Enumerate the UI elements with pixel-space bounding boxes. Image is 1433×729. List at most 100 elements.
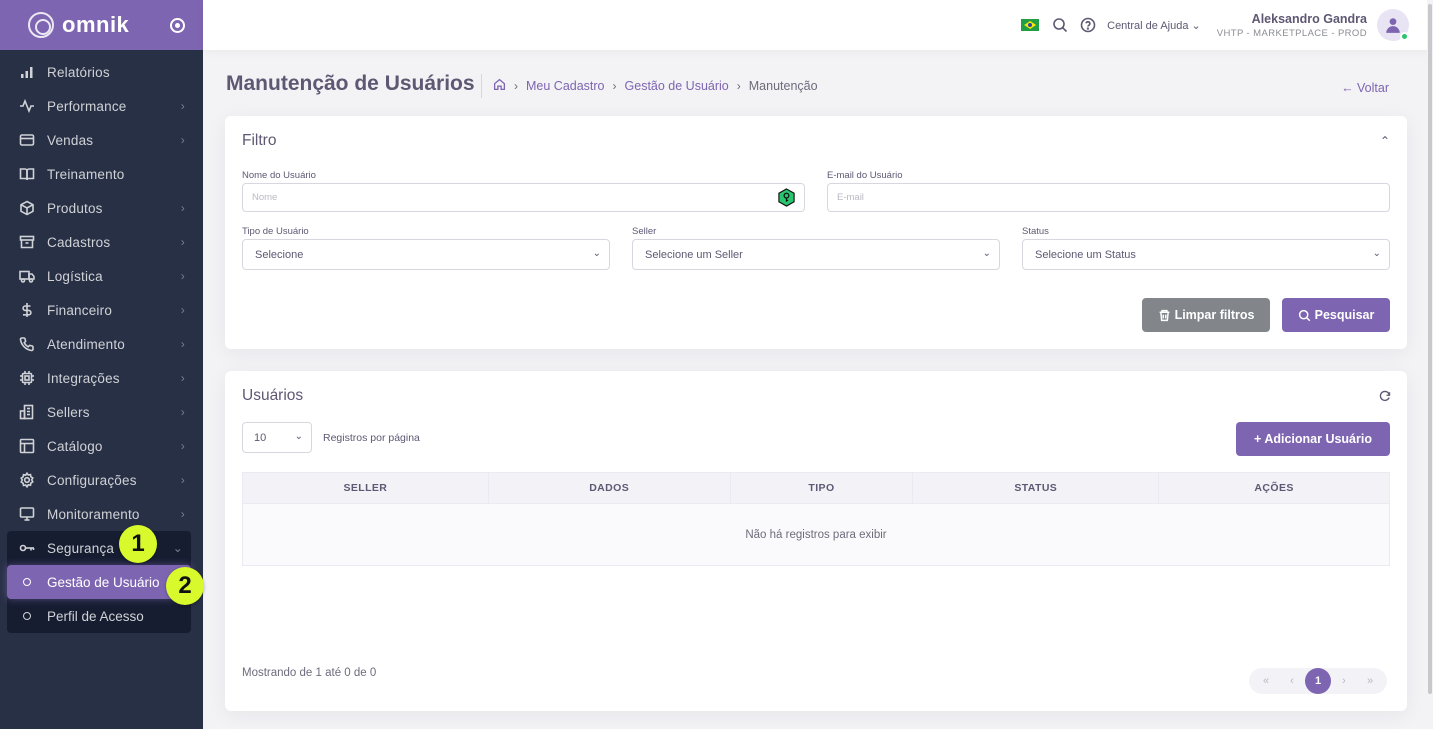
per-page-select[interactable]: 10 ⌄: [242, 422, 312, 453]
sidebar-item-label: Configurações: [47, 472, 137, 488]
sidebar-item-monitoramento[interactable]: Monitoramento ›: [0, 497, 203, 531]
breadcrumb-separator: ›: [612, 79, 617, 93]
seller-select[interactable]: Selecione um Seller ⌄: [632, 239, 1000, 270]
sidebar-item-relatorios[interactable]: Relatórios: [0, 55, 203, 89]
title-divider: [481, 74, 482, 98]
sidebar-item-label: Financeiro: [47, 302, 113, 318]
sidebar-item-label: Monitoramento: [47, 506, 140, 522]
search-icon[interactable]: [1051, 16, 1069, 34]
column-header-seller[interactable]: SELLER: [242, 472, 489, 504]
user-icon: [1386, 18, 1400, 33]
sidebar-item-performance[interactable]: Performance ›: [0, 89, 203, 123]
column-header-status[interactable]: STATUS: [912, 472, 1160, 504]
brand-header: omnik: [0, 0, 203, 50]
sidebar-item-integracoes[interactable]: Integrações ›: [0, 361, 203, 395]
sidebar-item-label: Relatórios: [47, 64, 110, 80]
user-name: Aleksandro Gandra: [1251, 11, 1367, 26]
sidebar-item-seguranca[interactable]: Segurança ⌄: [7, 531, 191, 565]
column-header-dados[interactable]: DADOS: [487, 472, 731, 504]
help-circle-icon[interactable]: [1079, 16, 1097, 34]
filter-title: Filtro: [242, 132, 277, 149]
sidebar-item-label: Segurança: [47, 540, 115, 556]
truck-icon: [18, 267, 36, 285]
sidebar-item-atendimento[interactable]: Atendimento ›: [0, 327, 203, 361]
sidebar-item-cadastros[interactable]: Cadastros ›: [0, 225, 203, 259]
user-name-input[interactable]: Nome: [242, 183, 805, 212]
help-center-dropdown[interactable]: Central de Ajuda ⌄: [1107, 19, 1201, 32]
chevron-up-icon[interactable]: ⌃: [1380, 134, 1390, 148]
phone-icon: [18, 335, 36, 353]
back-link[interactable]: ← Voltar: [1341, 81, 1389, 95]
user-name-label: Nome do Usuário: [242, 170, 316, 181]
sidebar-item-configuracoes[interactable]: Configurações ›: [0, 463, 203, 497]
sidebar-subitem-perfil-acesso[interactable]: Perfil de Acesso: [7, 599, 191, 633]
circle-icon: [23, 578, 31, 586]
page-button-current[interactable]: 1: [1305, 668, 1331, 694]
sidebar-item-sellers[interactable]: Sellers ›: [0, 395, 203, 429]
annotation-badge-1: 1: [119, 525, 157, 563]
seller-value: Selecione um Seller: [645, 248, 743, 261]
sidebar-subitem-gestao-usuario[interactable]: Gestão de Usuário: [7, 565, 191, 599]
refresh-icon[interactable]: [1379, 389, 1391, 407]
breadcrumb-meu-cadastro[interactable]: Meu Cadastro: [526, 79, 605, 93]
user-info[interactable]: Aleksandro Gandra VHTP - MARKETPLACE - P…: [1217, 12, 1367, 39]
status-select[interactable]: Selecione um Status ⌄: [1022, 239, 1390, 270]
omnik-logo-icon: [28, 12, 54, 38]
scrollbar-thumb[interactable]: [1428, 4, 1432, 694]
empty-table-message: Não há registros para exibir: [242, 503, 1390, 566]
sidebar-item-vendas[interactable]: Vendas ›: [0, 123, 203, 157]
chevron-down-icon: ⌄: [1372, 248, 1381, 259]
breadcrumb-gestao-usuario[interactable]: Gestão de Usuário: [625, 79, 729, 93]
trash-icon: [1159, 309, 1169, 321]
layout-icon: [18, 437, 36, 455]
next-page-button[interactable]: ›: [1331, 675, 1357, 687]
chevron-down-icon: ⌄: [982, 248, 991, 259]
sidebar-item-treinamento[interactable]: Treinamento: [0, 157, 203, 191]
user-type-select[interactable]: Selecione ⌄: [242, 239, 610, 270]
column-header-tipo[interactable]: TIPO: [729, 472, 914, 504]
sidebar-group-seguranca: Segurança ⌄ Gestão de Usuário Perfil de …: [7, 531, 191, 633]
chevron-down-icon: ⌄: [172, 541, 183, 555]
archive-icon: [18, 233, 36, 251]
sidebar-item-produtos[interactable]: Produtos ›: [0, 191, 203, 225]
home-icon[interactable]: [493, 78, 506, 94]
table-row: Não há registros para exibir: [242, 503, 1390, 566]
sidebar-item-logistica[interactable]: Logística ›: [0, 259, 203, 293]
last-page-button[interactable]: »: [1357, 675, 1383, 687]
column-header-acoes: AÇÕES: [1158, 472, 1390, 504]
sidebar-item-catalogo[interactable]: Catálogo ›: [0, 429, 203, 463]
building-icon: [18, 403, 36, 421]
circle-icon: [23, 612, 31, 620]
sidebar-toggle-icon[interactable]: [170, 17, 185, 33]
page-scrollbar[interactable]: [1427, 0, 1433, 729]
sidebar-item-label: Logística: [47, 268, 103, 284]
users-title: Usuários: [242, 387, 304, 404]
clear-filters-button[interactable]: Limpar filtros: [1142, 298, 1270, 332]
cpu-icon: [18, 369, 36, 387]
password-manager-key-icon[interactable]: [777, 188, 796, 207]
page-title: Manutenção de Usuários: [226, 72, 475, 95]
chevron-down-icon: ⌄: [592, 248, 601, 259]
avatar[interactable]: [1377, 9, 1409, 41]
online-status-dot: [1400, 32, 1409, 41]
sidebar-item-label: Integrações: [47, 370, 120, 386]
package-icon: [18, 199, 36, 217]
sidebar-item-financeiro[interactable]: Financeiro ›: [0, 293, 203, 327]
sidebar-item-label: Atendimento: [47, 336, 125, 352]
sidebar-menu: Relatórios Performance › Vendas › Treina…: [0, 50, 203, 531]
credit-card-icon: [18, 131, 36, 149]
brazil-flag-icon[interactable]: [1021, 19, 1040, 31]
search-button[interactable]: Pesquisar: [1282, 298, 1390, 332]
key-icon: [18, 539, 36, 557]
chevron-right-icon: ›: [180, 269, 185, 283]
book-open-icon: [18, 165, 36, 183]
user-email-input[interactable]: E-mail: [827, 183, 1390, 212]
user-organization: VHTP - MARKETPLACE - PROD: [1216, 27, 1367, 39]
first-page-button[interactable]: «: [1253, 675, 1279, 687]
add-user-button[interactable]: + Adicionar Usuário: [1236, 422, 1390, 456]
sidebar-item-label: Produtos: [47, 200, 103, 216]
annotation-badge-2: 2: [166, 567, 204, 605]
prev-page-button[interactable]: ‹: [1279, 675, 1305, 687]
sidebar: omnik Relatórios Performance › Vendas › …: [0, 0, 203, 729]
clear-filters-label: Limpar filtros: [1174, 308, 1255, 322]
